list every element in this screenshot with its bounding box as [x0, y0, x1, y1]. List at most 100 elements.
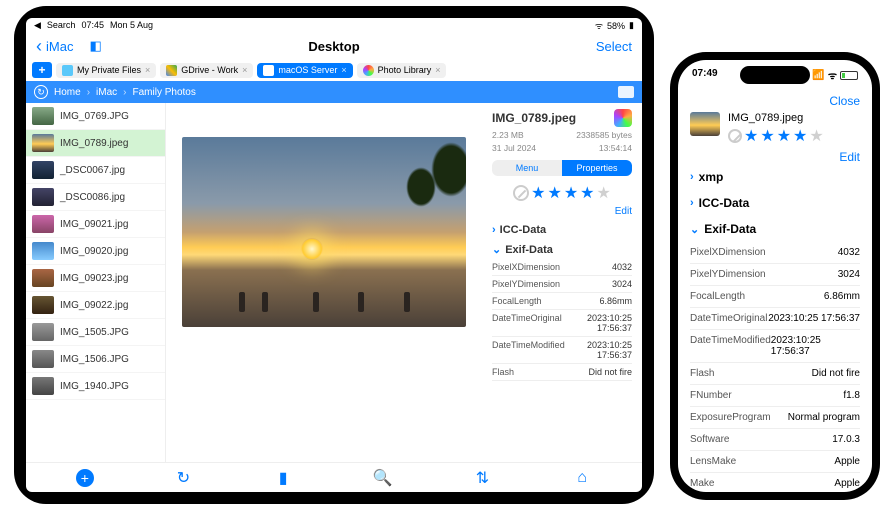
- close-icon[interactable]: ×: [145, 65, 150, 75]
- property-row: PixelXDimension4032: [690, 242, 860, 264]
- file-row[interactable]: _DSC0067.jpg: [26, 157, 165, 184]
- segment-control[interactable]: Menu Properties: [492, 160, 632, 176]
- file-row[interactable]: IMG_0789.jpeg: [26, 130, 165, 157]
- property-row: LensMakeApple: [690, 451, 860, 473]
- property-row: DateTimeOriginal2023:10:25 17:56:37: [492, 310, 632, 337]
- property-key: ExposureProgram: [690, 412, 771, 423]
- property-row: DateTimeModified2023:10:25 17:56:37: [690, 330, 860, 363]
- battery-icon: ▮: [629, 20, 634, 31]
- star-icon[interactable]: ★: [809, 126, 823, 146]
- app-icon[interactable]: [614, 109, 632, 127]
- tab-private-files[interactable]: My Private Files ×: [56, 63, 156, 78]
- sort-button[interactable]: ⇅: [472, 468, 492, 488]
- home-button[interactable]: ⌂: [572, 469, 592, 487]
- details-panel: IMG_0789.jpeg 2.23 MB 2338585 bytes 31 J…: [482, 103, 642, 462]
- star-icon[interactable]: ★: [777, 126, 791, 146]
- star-rating[interactable]: ★ ★ ★ ★ ★: [728, 126, 824, 146]
- star-icon[interactable]: ★: [744, 126, 758, 146]
- select-button[interactable]: Select: [596, 39, 632, 54]
- person-silhouette: [404, 292, 410, 312]
- chevron-right-icon: ›: [492, 224, 496, 236]
- section-icc[interactable]: ›ICC-Data: [690, 190, 860, 216]
- sidebar-toggle-icon[interactable]: ◧: [89, 38, 101, 54]
- section-exif[interactable]: ⌄ Exif-Data: [492, 243, 632, 256]
- iphone-screen: 07:49 📶 ᯤ Close IMG_0789.jpeg ★ ★ ★ ★ ★ …: [678, 60, 872, 492]
- signal-icon: 📶: [812, 70, 824, 81]
- chevron-right-icon: ›: [123, 87, 126, 98]
- property-row: Software17.0.3: [690, 429, 860, 451]
- edit-button[interactable]: Edit: [839, 150, 860, 164]
- file-row[interactable]: IMG_1506.JPG: [26, 346, 165, 373]
- property-key: PixelXDimension: [690, 247, 766, 258]
- star-icon[interactable]: ★: [793, 126, 807, 146]
- file-list[interactable]: IMG_0769.JPGIMG_0789.jpeg_DSC0067.jpg_DS…: [26, 103, 166, 462]
- breadcrumb-home[interactable]: Home: [54, 87, 81, 98]
- person-silhouette: [262, 292, 268, 312]
- tab-gdrive[interactable]: GDrive - Work ×: [160, 63, 253, 78]
- bottom-toolbar: + ↻ ▮ 🔍 ⇅ ⌂: [26, 462, 642, 492]
- history-icon[interactable]: ↻: [34, 85, 48, 99]
- property-value: 2023:10:25 17:56:37: [565, 340, 632, 360]
- close-icon[interactable]: ×: [435, 65, 440, 75]
- file-title: IMG_0789.jpeg: [492, 111, 576, 125]
- bookmark-button[interactable]: ▮: [273, 468, 293, 488]
- file-row[interactable]: IMG_09020.jpg: [26, 238, 165, 265]
- file-row[interactable]: IMG_1505.JPG: [26, 319, 165, 346]
- status-time: 07:49: [692, 68, 718, 79]
- section-icc[interactable]: › ICC-Data: [492, 224, 632, 236]
- file-thumbnail: [690, 112, 720, 136]
- file-date: 31 Jul 2024: [492, 143, 536, 153]
- back-chevron-icon[interactable]: ‹: [36, 36, 42, 57]
- section-title: ICC-Data: [500, 224, 546, 236]
- star-icon[interactable]: ★: [531, 183, 545, 203]
- close-button[interactable]: Close: [829, 94, 860, 108]
- segment-properties[interactable]: Properties: [562, 160, 632, 176]
- star-rating[interactable]: ★ ★ ★ ★ ★: [492, 183, 632, 203]
- breadcrumb-folder[interactable]: Family Photos: [133, 87, 196, 98]
- star-icon[interactable]: ★: [547, 183, 561, 203]
- star-icon[interactable]: ★: [580, 183, 594, 203]
- clear-rating-icon[interactable]: [513, 185, 529, 201]
- tab-macos-server[interactable]: macOS Server ×: [257, 63, 352, 78]
- star-icon[interactable]: ★: [564, 183, 578, 203]
- chevron-right-icon: ›: [690, 171, 694, 183]
- wifi-icon: ᯤ: [828, 68, 837, 82]
- segment-menu[interactable]: Menu: [492, 160, 562, 176]
- back-label[interactable]: iMac: [46, 39, 73, 54]
- tab-bar: + My Private Files × GDrive - Work × mac…: [26, 59, 642, 81]
- status-back: Search: [47, 20, 76, 31]
- file-row[interactable]: IMG_09022.jpg: [26, 292, 165, 319]
- file-row[interactable]: IMG_09023.jpg: [26, 265, 165, 292]
- tab-label: Photo Library: [378, 65, 432, 75]
- file-row[interactable]: IMG_09021.jpg: [26, 211, 165, 238]
- add-button[interactable]: +: [76, 469, 94, 487]
- property-row: FNumberf1.8: [690, 385, 860, 407]
- file-row[interactable]: _DSC0086.jpg: [26, 184, 165, 211]
- section-xmp[interactable]: ›xmp: [690, 164, 860, 190]
- properties-body[interactable]: ›xmp ›ICC-Data ⌄Exif-Data PixelXDimensio…: [678, 164, 872, 492]
- edit-button[interactable]: Edit: [492, 206, 632, 217]
- image-preview[interactable]: [182, 137, 466, 327]
- refresh-button[interactable]: ↻: [173, 468, 193, 488]
- clear-rating-icon[interactable]: [728, 129, 742, 143]
- property-value: Apple: [834, 456, 860, 467]
- search-button[interactable]: 🔍: [373, 468, 393, 488]
- close-icon[interactable]: ×: [341, 65, 346, 75]
- page-title: Desktop: [308, 39, 359, 54]
- star-icon[interactable]: ★: [760, 126, 774, 146]
- section-exif[interactable]: ⌄Exif-Data: [690, 216, 860, 242]
- property-key: FNumber: [690, 390, 732, 401]
- property-key: FocalLength: [690, 291, 745, 302]
- close-icon[interactable]: ×: [242, 65, 247, 75]
- file-row[interactable]: IMG_0769.JPG: [26, 103, 165, 130]
- file-row[interactable]: IMG_1940.JPG: [26, 373, 165, 400]
- breadcrumb-imac[interactable]: iMac: [96, 87, 117, 98]
- file-thumbnail: [32, 377, 54, 395]
- star-icon[interactable]: ★: [597, 183, 611, 203]
- property-row: PixelYDimension3024: [492, 276, 632, 293]
- tree-silhouette: [406, 167, 436, 207]
- new-tab-button[interactable]: +: [32, 62, 52, 78]
- file-size: 2.23 MB: [492, 130, 524, 140]
- tab-photo-library[interactable]: Photo Library ×: [357, 63, 447, 78]
- view-mode-icon[interactable]: [618, 86, 634, 98]
